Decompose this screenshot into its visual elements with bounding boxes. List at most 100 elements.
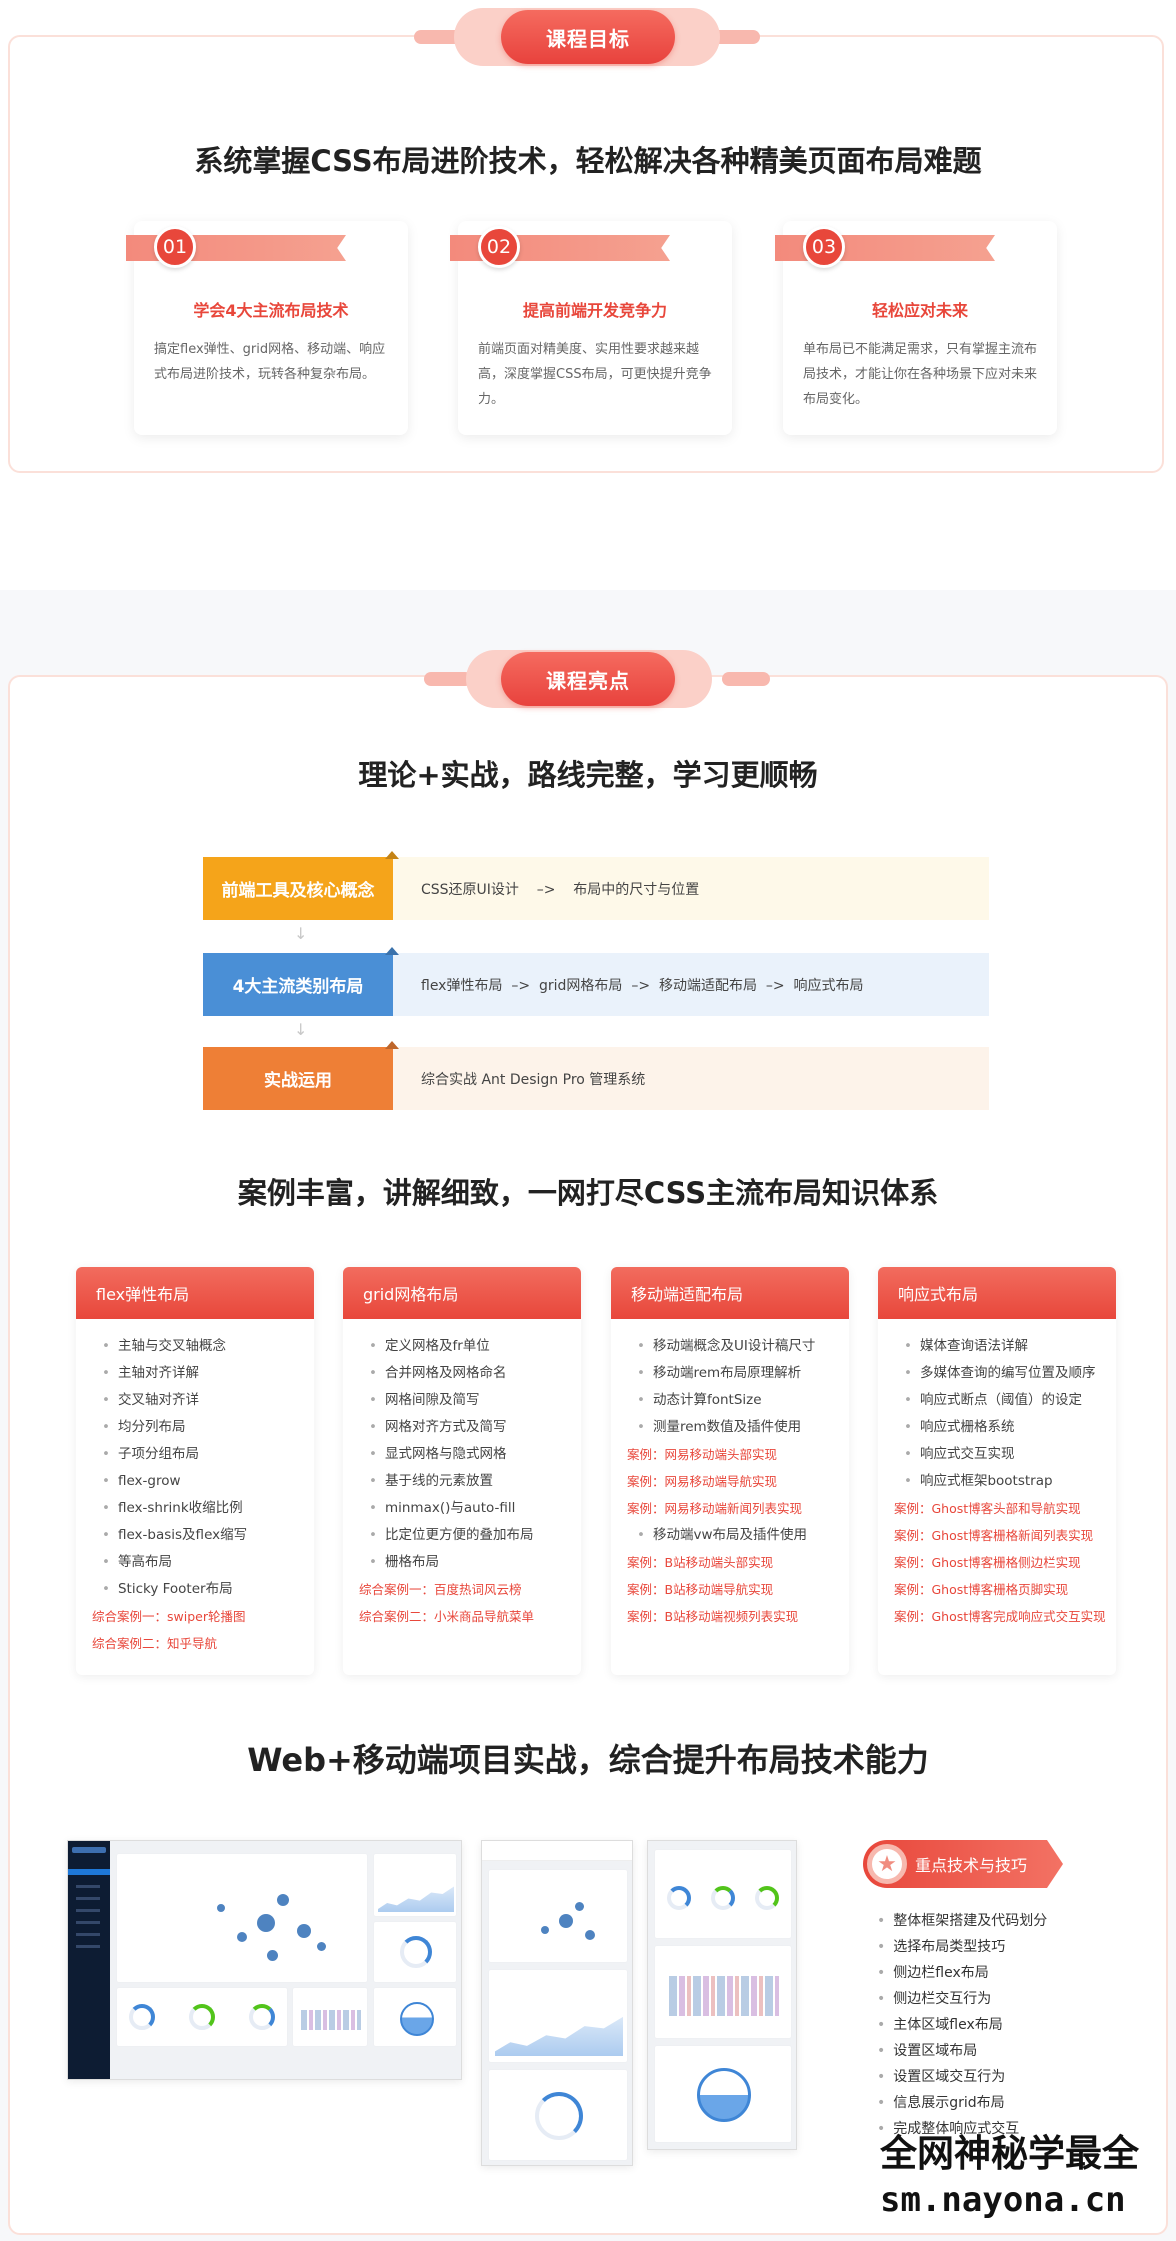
case-list-item: 交叉轴对齐详 bbox=[92, 1387, 314, 1414]
case-list: 移动端概念及UI设计稿尺寸移动端rem布局原理解析动态计算fontSize测量r… bbox=[611, 1319, 849, 1630]
projects-heading: Web+移动端项目实战，综合提升布局技术能力 bbox=[247, 1741, 929, 1779]
ring-3-arc bbox=[755, 1886, 779, 1910]
case-list-item: 比定位更方便的叠加布局 bbox=[359, 1522, 581, 1549]
case-list-item: 案例：B站移动端导航实现 bbox=[627, 1582, 774, 1597]
case-list-item: 移动端rem布局原理解析 bbox=[627, 1360, 849, 1387]
route-label-text: 前端工具及核心概念 bbox=[221, 881, 375, 901]
watermark-line2: sm.nayona.cn bbox=[880, 2180, 1126, 2220]
badge-deco-right bbox=[722, 672, 770, 686]
case-list-item: 案例：Ghost博客栅格新闻列表实现 bbox=[894, 1528, 1094, 1543]
goals-badge-wrap: 课程目标 bbox=[0, 8, 1176, 66]
case-card: 移动端适配布局移动端概念及UI设计稿尺寸移动端rem布局原理解析动态计算font… bbox=[611, 1267, 849, 1675]
goal-description: 前端页面对精美度、实用性要求越来越高，深度掌握CSS布局，可更快提升竞争力。 bbox=[478, 342, 712, 407]
case-list-item: 案例：B站移动端视频列表实现 bbox=[627, 1609, 799, 1624]
highlights-list: 整体框架搭建及代码划分选择布局类型技巧侧边栏flex布局侧边栏交互行为主体区域f… bbox=[877, 1908, 1047, 2142]
dashboard-chart-card bbox=[373, 1853, 457, 1917]
case-list-item: 案例：网易移动端头部实现 bbox=[627, 1447, 778, 1462]
case-list-item: 响应式交互实现 bbox=[894, 1441, 1116, 1468]
case-list-item: 案例：Ghost博客完成响应式交互实现 bbox=[894, 1609, 1106, 1624]
case-list-item: 合并网格及网格命名 bbox=[359, 1360, 581, 1387]
route-row: 前端工具及核心概念 CSS还原UI设计 –> 布局中的尺寸与位置 bbox=[203, 851, 989, 920]
case-list-item: 响应式栅格系统 bbox=[894, 1414, 1116, 1441]
case-list-item: flex-grow bbox=[92, 1468, 314, 1495]
mobile-chart-card bbox=[488, 1969, 628, 2063]
case-list-item: flex-shrink收缩比例 bbox=[92, 1495, 314, 1522]
mobile-liquid-card bbox=[654, 2045, 792, 2143]
case-list-item: 案例：网易移动端导航实现 bbox=[627, 1474, 778, 1489]
web-dashboard-screenshot bbox=[67, 1840, 462, 2080]
goal-card: 01 学会4大主流布局技术 搞定flex弹性、grid网格、移动端、响应式布局进阶技… bbox=[126, 221, 408, 435]
down-arrow-icon: ↓ bbox=[294, 1020, 308, 1039]
case-list: 媒体查询语法详解多媒体查询的编写位置及顺序响应式断点（阈值）的设定响应式栅格系统… bbox=[878, 1319, 1116, 1630]
case-list-item: 响应式框架bootstrap bbox=[894, 1468, 1116, 1495]
watermark: 全网神秘学最全 sm.nayona.cn bbox=[880, 2130, 1139, 2222]
case-list-item: 响应式断点（阈值）的设定 bbox=[894, 1387, 1116, 1414]
case-list-item: 主轴与交叉轴概念 bbox=[92, 1333, 314, 1360]
case-list-item: flex-basis及flex缩写 bbox=[92, 1522, 314, 1549]
route-content: CSS还原UI设计 –> 布局中的尺寸与位置 bbox=[421, 881, 700, 898]
cases-heading: 案例丰富，讲解细致，一网打尽CSS主流布局知识体系 bbox=[237, 1176, 939, 1210]
route-label-text: 4大主流类别布局 bbox=[232, 977, 364, 997]
case-list-item: 案例：Ghost博客头部和导航实现 bbox=[894, 1501, 1081, 1516]
route-content: 综合实战 Ant Design Pro 管理系统 bbox=[421, 1071, 646, 1088]
mobile-wordcloud-card bbox=[654, 1945, 792, 2039]
ring-2-arc bbox=[711, 1886, 735, 1910]
goals-heading: 系统掌握CSS布局进阶技术，轻松解决各种精美页面布局难题 bbox=[194, 144, 982, 178]
map-dot bbox=[575, 1902, 584, 1911]
case-list: 主轴与交叉轴概念主轴对齐详解交叉轴对齐详均分列布局子项分组布局flex-grow… bbox=[76, 1319, 314, 1657]
goal-description: 搞定flex弹性、grid网格、移动端、响应式布局进阶技术，玩转各种复杂布局。 bbox=[154, 342, 386, 382]
case-list-item: 主轴对齐详解 bbox=[92, 1360, 314, 1387]
star-icon: ★ bbox=[867, 1844, 907, 1884]
map-dot bbox=[257, 1914, 275, 1932]
area-chart bbox=[378, 1886, 454, 1912]
map-dot bbox=[217, 1904, 225, 1912]
goals-badge: 课程目标 bbox=[501, 10, 675, 64]
dashboard-map-card bbox=[116, 1853, 368, 1983]
case-list-item: 案例：Ghost博客栅格页脚实现 bbox=[894, 1582, 1069, 1597]
route-label-text: 实战运用 bbox=[264, 1071, 332, 1091]
route-row: 4大主流类别布局 flex弹性布局 –> grid网格布局 –> 移动端适配布局 … bbox=[203, 947, 989, 1016]
route-heading: 理论+实战，路线完整，学习更顺畅 bbox=[358, 758, 818, 792]
case-card-title: flex弹性布局 bbox=[76, 1267, 314, 1319]
map-dot bbox=[541, 1926, 549, 1934]
case-list-item: 显式网格与隐式网格 bbox=[359, 1441, 581, 1468]
case-list-item: 综合案例二：知乎导航 bbox=[92, 1636, 218, 1651]
highlight-item: 侧边栏交互行为 bbox=[877, 1986, 1047, 2012]
goal-description: 单布局已不能满足需求，只有掌握主流布局技术，才能让你在各种场景下应对未来布局变化… bbox=[803, 342, 1038, 407]
dashboard-rings-card bbox=[116, 1987, 288, 2047]
case-list-item: 移动端概念及UI设计稿尺寸 bbox=[627, 1333, 849, 1360]
case-list-item: 网格间隙及简写 bbox=[359, 1387, 581, 1414]
dashboard-liquid-card bbox=[373, 1987, 457, 2047]
map-dot bbox=[277, 1894, 289, 1906]
map-dot bbox=[297, 1924, 311, 1938]
dashboard-sidebar bbox=[68, 1841, 110, 2079]
highlight-item: 设置区域布局 bbox=[877, 2038, 1047, 2064]
watermark-line1: 全网神秘学最全 bbox=[880, 2132, 1139, 2175]
case-list-item: 媒体查询语法详解 bbox=[894, 1333, 1116, 1360]
ring-1-arc bbox=[129, 2004, 155, 2030]
area-chart bbox=[495, 2016, 623, 2056]
dashboard-wordcloud-card bbox=[292, 1987, 368, 2047]
mobile-map-card bbox=[488, 1869, 628, 1963]
highlight-item: 主体区域flex布局 bbox=[877, 2012, 1047, 2038]
case-card-title: 移动端适配布局 bbox=[611, 1267, 849, 1319]
down-arrow-icon: ↓ bbox=[294, 924, 308, 943]
case-list-item: 基于线的元素放置 bbox=[359, 1468, 581, 1495]
case-list-item: 多媒体查询的编写位置及顺序 bbox=[894, 1360, 1116, 1387]
case-list-item: 案例：B站移动端头部实现 bbox=[627, 1555, 774, 1570]
case-list-item: 测量rem数值及插件使用 bbox=[627, 1414, 849, 1441]
highlight-item: 选择布局类型技巧 bbox=[877, 1934, 1047, 1960]
case-list-item: 案例：网易移动端新闻列表实现 bbox=[627, 1501, 803, 1516]
goal-number: 01 bbox=[154, 226, 196, 268]
case-list-item: 均分列布局 bbox=[92, 1414, 314, 1441]
map-dot bbox=[317, 1942, 326, 1951]
route-label: 实战运用 bbox=[203, 1041, 399, 1110]
mobile-gauge-card bbox=[488, 2069, 628, 2161]
case-list-item: 子项分组布局 bbox=[92, 1441, 314, 1468]
case-list-item: 综合案例二：小米商品导航菜单 bbox=[359, 1609, 535, 1624]
goal-number: 02 bbox=[478, 226, 520, 268]
ring-3-arc bbox=[249, 2004, 275, 2030]
highlight-item: 侧边栏flex布局 bbox=[877, 1960, 1047, 1986]
case-list: 定义网格及fr单位合并网格及网格命名网格间隙及简写网格对齐方式及简写显式网格与隐… bbox=[343, 1319, 581, 1630]
dashboard-gauge-card bbox=[373, 1921, 457, 1983]
